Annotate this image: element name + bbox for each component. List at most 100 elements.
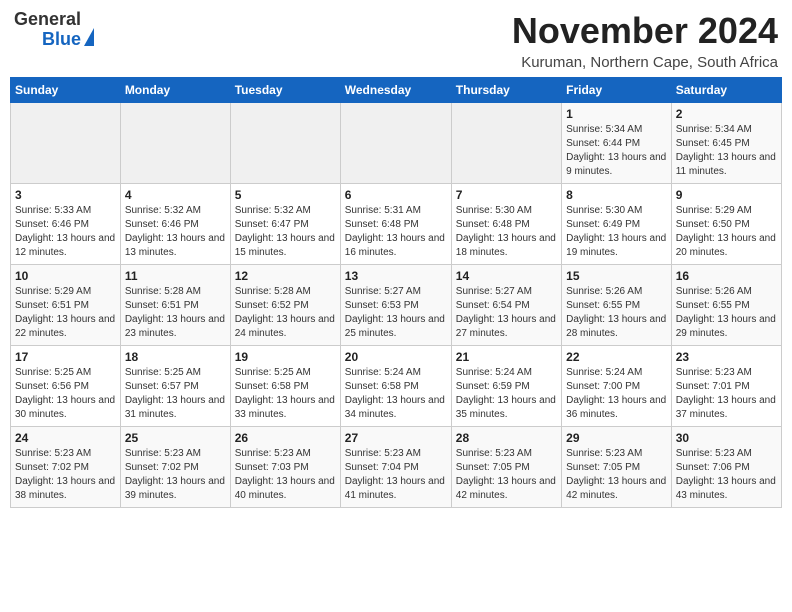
calendar-week-row: 1 Sunrise: 5:34 AMSunset: 6:44 PMDaylight…	[11, 103, 782, 184]
weekday-header: Friday	[562, 78, 672, 103]
day-number: 28	[456, 431, 557, 445]
day-number: 9	[676, 188, 777, 202]
day-info: Sunrise: 5:34 AMSunset: 6:44 PMDaylight:…	[566, 123, 667, 179]
day-info: Sunrise: 5:30 AMSunset: 6:48 PMDaylight:…	[456, 204, 557, 260]
day-number: 17	[15, 350, 116, 364]
day-info: Sunrise: 5:23 AMSunset: 7:03 PMDaylight:…	[235, 447, 336, 503]
page-header: General Blue November 2024 Kuruman, Nort…	[10, 10, 782, 71]
day-number: 30	[676, 431, 777, 445]
calendar-cell: 4 Sunrise: 5:32 AMSunset: 6:46 PMDaylight…	[120, 184, 230, 265]
day-number: 18	[125, 350, 226, 364]
calendar-cell: 20 Sunrise: 5:24 AMSunset: 6:58 PMDayligh…	[340, 346, 451, 427]
day-info: Sunrise: 5:27 AMSunset: 6:53 PMDaylight:…	[345, 285, 447, 341]
calendar-cell: 7 Sunrise: 5:30 AMSunset: 6:48 PMDaylight…	[451, 184, 561, 265]
calendar-cell: 14 Sunrise: 5:27 AMSunset: 6:54 PMDayligh…	[451, 265, 561, 346]
day-number: 10	[15, 269, 116, 283]
day-info: Sunrise: 5:23 AMSunset: 7:05 PMDaylight:…	[566, 447, 667, 503]
weekday-header: Sunday	[11, 78, 121, 103]
day-number: 1	[566, 107, 667, 121]
calendar-cell: 8Sunrise: 5:30 AMSunset: 6:49 PMDaylight…	[562, 184, 672, 265]
calendar-cell	[120, 103, 230, 184]
day-number: 26	[235, 431, 336, 445]
day-number: 23	[676, 350, 777, 364]
calendar-cell: 11 Sunrise: 5:28 AMSunset: 6:51 PMDayligh…	[120, 265, 230, 346]
logo-triangle-icon	[84, 28, 94, 46]
calendar-cell: 27Sunrise: 5:23 AMSunset: 7:04 PMDayligh…	[340, 427, 451, 508]
day-number: 16	[676, 269, 777, 283]
day-number: 12	[235, 269, 336, 283]
day-info: Sunrise: 5:24 AMSunset: 7:00 PMDaylight:…	[566, 366, 667, 422]
day-number: 11	[125, 269, 226, 283]
day-number: 4	[125, 188, 226, 202]
day-info: Sunrise: 5:28 AMSunset: 6:51 PMDaylight:…	[125, 285, 226, 341]
logo: General Blue	[14, 10, 94, 50]
day-info: Sunrise: 5:32 AMSunset: 6:46 PMDaylight:…	[125, 204, 226, 260]
day-info: Sunrise: 5:34 AMSunset: 6:45 PMDaylight:…	[676, 123, 777, 179]
weekday-header: Monday	[120, 78, 230, 103]
calendar-cell: 19 Sunrise: 5:25 AMSunset: 6:58 PMDayligh…	[230, 346, 340, 427]
weekday-header: Wednesday	[340, 78, 451, 103]
logo-general: General	[14, 10, 81, 30]
day-number: 7	[456, 188, 557, 202]
calendar-cell: 30 Sunrise: 5:23 AMSunset: 7:06 PMDayligh…	[671, 427, 781, 508]
calendar-cell: 3 Sunrise: 5:33 AMSunset: 6:46 PMDaylight…	[11, 184, 121, 265]
calendar-cell: 16 Sunrise: 5:26 AMSunset: 6:55 PMDayligh…	[671, 265, 781, 346]
day-info: Sunrise: 5:23 AMSunset: 7:02 PMDaylight:…	[15, 447, 116, 503]
day-number: 5	[235, 188, 336, 202]
day-info: Sunrise: 5:29 AMSunset: 6:51 PMDaylight:…	[15, 285, 116, 341]
location-subtitle: Kuruman, Northern Cape, South Africa	[512, 54, 778, 71]
day-number: 19	[235, 350, 336, 364]
calendar-cell: 15 Sunrise: 5:26 AMSunset: 6:55 PMDayligh…	[562, 265, 672, 346]
calendar-cell: 1 Sunrise: 5:34 AMSunset: 6:44 PMDaylight…	[562, 103, 672, 184]
day-info: Sunrise: 5:29 AMSunset: 6:50 PMDaylight:…	[676, 204, 777, 260]
calendar-week-row: 10 Sunrise: 5:29 AMSunset: 6:51 PMDayligh…	[11, 265, 782, 346]
calendar-cell: 12 Sunrise: 5:28 AMSunset: 6:52 PMDayligh…	[230, 265, 340, 346]
calendar-cell: 25Sunrise: 5:23 AMSunset: 7:02 PMDayligh…	[120, 427, 230, 508]
day-number: 14	[456, 269, 557, 283]
calendar-cell: 22 Sunrise: 5:24 AMSunset: 7:00 PMDayligh…	[562, 346, 672, 427]
day-number: 15	[566, 269, 667, 283]
calendar-cell	[340, 103, 451, 184]
calendar-cell: 21 Sunrise: 5:24 AMSunset: 6:59 PMDayligh…	[451, 346, 561, 427]
day-number: 13	[345, 269, 447, 283]
day-info: Sunrise: 5:31 AMSunset: 6:48 PMDaylight:…	[345, 204, 447, 260]
weekday-header: Tuesday	[230, 78, 340, 103]
day-number: 20	[345, 350, 447, 364]
day-info: Sunrise: 5:27 AMSunset: 6:54 PMDaylight:…	[456, 285, 557, 341]
day-number: 22	[566, 350, 667, 364]
calendar-cell: 23Sunrise: 5:23 AMSunset: 7:01 PMDayligh…	[671, 346, 781, 427]
day-info: Sunrise: 5:24 AMSunset: 6:59 PMDaylight:…	[456, 366, 557, 422]
day-number: 24	[15, 431, 116, 445]
day-info: Sunrise: 5:23 AMSunset: 7:05 PMDaylight:…	[456, 447, 557, 503]
day-info: Sunrise: 5:25 AMSunset: 6:58 PMDaylight:…	[235, 366, 336, 422]
day-number: 21	[456, 350, 557, 364]
calendar-cell	[11, 103, 121, 184]
calendar-cell: 5Sunrise: 5:32 AMSunset: 6:47 PMDaylight…	[230, 184, 340, 265]
month-title: November 2024	[512, 10, 778, 52]
day-number: 25	[125, 431, 226, 445]
day-info: Sunrise: 5:26 AMSunset: 6:55 PMDaylight:…	[566, 285, 667, 341]
day-number: 6	[345, 188, 447, 202]
calendar-cell: 10 Sunrise: 5:29 AMSunset: 6:51 PMDayligh…	[11, 265, 121, 346]
calendar-cell	[451, 103, 561, 184]
day-info: Sunrise: 5:23 AMSunset: 7:04 PMDaylight:…	[345, 447, 447, 503]
calendar-cell: 9 Sunrise: 5:29 AMSunset: 6:50 PMDaylight…	[671, 184, 781, 265]
day-info: Sunrise: 5:23 AMSunset: 7:06 PMDaylight:…	[676, 447, 777, 503]
day-info: Sunrise: 5:24 AMSunset: 6:58 PMDaylight:…	[345, 366, 447, 422]
day-number: 29	[566, 431, 667, 445]
day-info: Sunrise: 5:28 AMSunset: 6:52 PMDaylight:…	[235, 285, 336, 341]
calendar-cell: 13 Sunrise: 5:27 AMSunset: 6:53 PMDayligh…	[340, 265, 451, 346]
calendar-cell: 6 Sunrise: 5:31 AMSunset: 6:48 PMDaylight…	[340, 184, 451, 265]
title-block: November 2024 Kuruman, Northern Cape, So…	[512, 10, 778, 71]
day-info: Sunrise: 5:26 AMSunset: 6:55 PMDaylight:…	[676, 285, 777, 341]
calendar-cell	[230, 103, 340, 184]
calendar-table: SundayMondayTuesdayWednesdayThursdayFrid…	[10, 77, 782, 508]
day-info: Sunrise: 5:33 AMSunset: 6:46 PMDaylight:…	[15, 204, 116, 260]
weekday-header: Saturday	[671, 78, 781, 103]
calendar-week-row: 17Sunrise: 5:25 AMSunset: 6:56 PMDayligh…	[11, 346, 782, 427]
weekday-header: Thursday	[451, 78, 561, 103]
day-number: 3	[15, 188, 116, 202]
day-number: 8	[566, 188, 667, 202]
calendar-header-row: SundayMondayTuesdayWednesdayThursdayFrid…	[11, 78, 782, 103]
calendar-cell: 28 Sunrise: 5:23 AMSunset: 7:05 PMDayligh…	[451, 427, 561, 508]
